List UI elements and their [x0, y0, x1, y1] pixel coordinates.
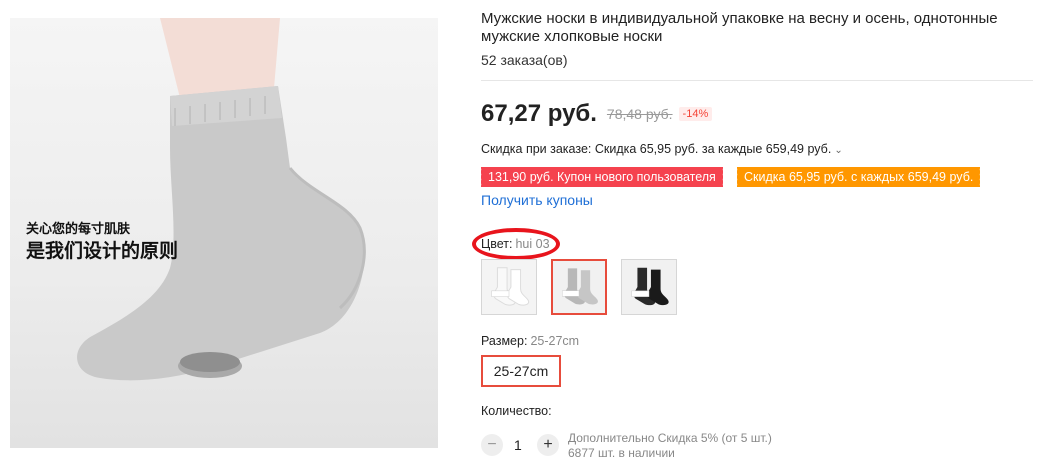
black-socks-icon: [622, 260, 676, 314]
red-circle-annotation: [472, 228, 560, 260]
product-title: Мужские носки в индивидуальной упаковке …: [481, 10, 998, 45]
chevron-down-icon[interactable]: ⌄: [834, 145, 842, 156]
size-label: Размер: 25-27cm: [481, 334, 579, 348]
quantity-increase-button[interactable]: +: [537, 434, 559, 456]
image-caption-1: 关心您的每寸肌肤: [26, 222, 131, 237]
color-swatch-white[interactable]: [481, 259, 537, 315]
color-swatch-gray[interactable]: [551, 259, 607, 315]
image-caption-2: 是我们设计的原则: [26, 240, 179, 262]
white-socks-icon: [482, 260, 536, 314]
selected-size-value: 25-27cm: [530, 334, 580, 348]
quantity-label: Количество:: [481, 404, 552, 418]
discount-badge: -14%: [678, 107, 713, 121]
divider: [481, 80, 1033, 81]
stock-text: 6877 шт. в наличии: [568, 446, 675, 460]
orders-count: 52 заказа(ов): [481, 52, 568, 68]
size-option-25-27[interactable]: 25-27cm: [481, 355, 561, 387]
size-label-text: Размер:: [481, 334, 528, 348]
order-discount-info[interactable]: Скидка при заказе: Скидка 65,95 руб. за …: [481, 142, 843, 156]
bulk-discount-text: Дополнительно Скидка 5% (от 5 шт.): [568, 431, 772, 445]
order-discount-text: Скидка при заказе: Скидка 65,95 руб. за …: [481, 142, 832, 156]
quantity-value[interactable]: 1: [514, 437, 522, 453]
price-row: 67,27 руб. 78,48 руб. -14%: [481, 98, 713, 130]
current-price: 67,27 руб.: [481, 100, 597, 127]
product-main-image[interactable]: 关心您的每寸肌肤 是我们设计的原则: [10, 18, 438, 448]
new-user-coupon[interactable]: 131,90 руб. Купон нового пользователя: [479, 167, 723, 187]
get-coupons-link[interactable]: Получить купоны: [481, 192, 593, 208]
old-price: 78,48 руб.: [606, 106, 673, 122]
store-coupon[interactable]: Скидка 65,95 руб. с каждых 659,49 руб.: [734, 167, 981, 187]
quantity-note: Дополнительно Скидка 5% (от 5 шт.) 6877 …: [568, 431, 772, 461]
gray-socks-icon: [553, 261, 605, 313]
quantity-decrease-button[interactable]: −: [481, 434, 503, 456]
color-swatch-black[interactable]: [621, 259, 677, 315]
